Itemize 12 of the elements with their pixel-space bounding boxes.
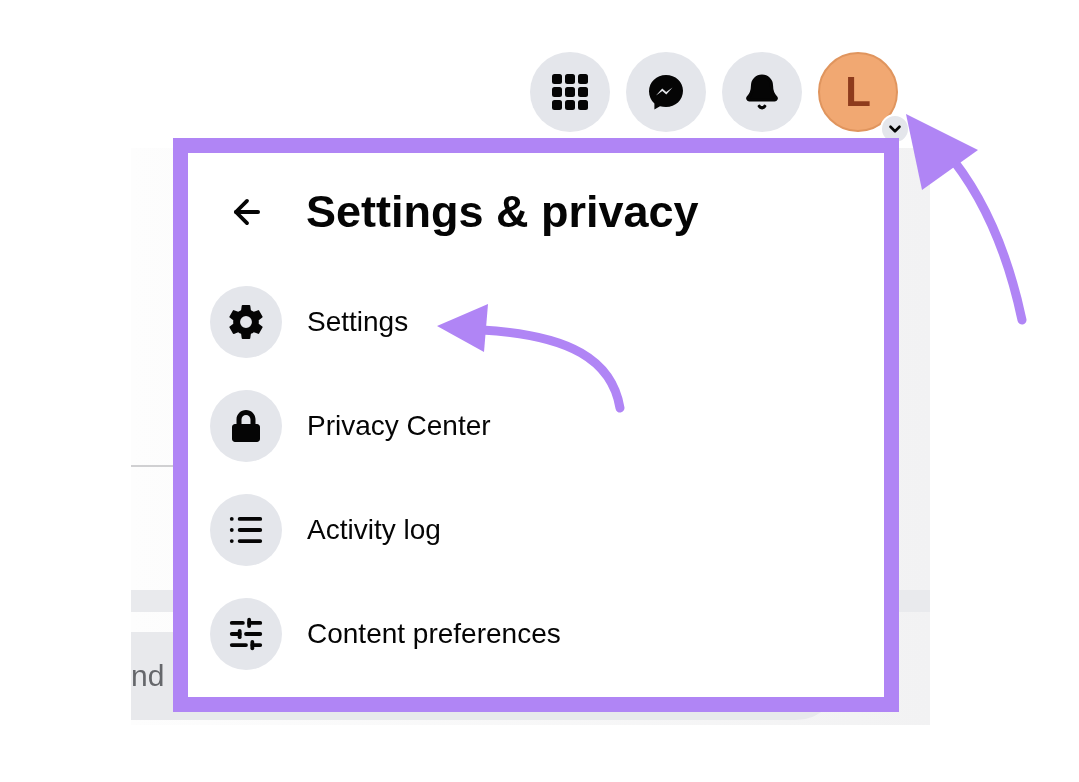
- menu-title: Settings & privacy: [306, 185, 699, 238]
- gear-icon: [227, 303, 265, 341]
- menu-item[interactable]: Privacy Center: [188, 374, 884, 478]
- sliders-icon: [227, 615, 265, 653]
- lock-icon: [230, 410, 262, 442]
- chat-bubble-icon: [647, 73, 685, 111]
- menu-item[interactable]: Activity log: [188, 478, 884, 582]
- apps-grid-icon: [552, 74, 588, 110]
- profile-avatar[interactable]: L: [818, 52, 898, 132]
- bell-icon: [743, 73, 781, 111]
- menu-item[interactable]: Settings: [188, 270, 884, 374]
- menu-item[interactable]: Content preferences: [188, 582, 884, 686]
